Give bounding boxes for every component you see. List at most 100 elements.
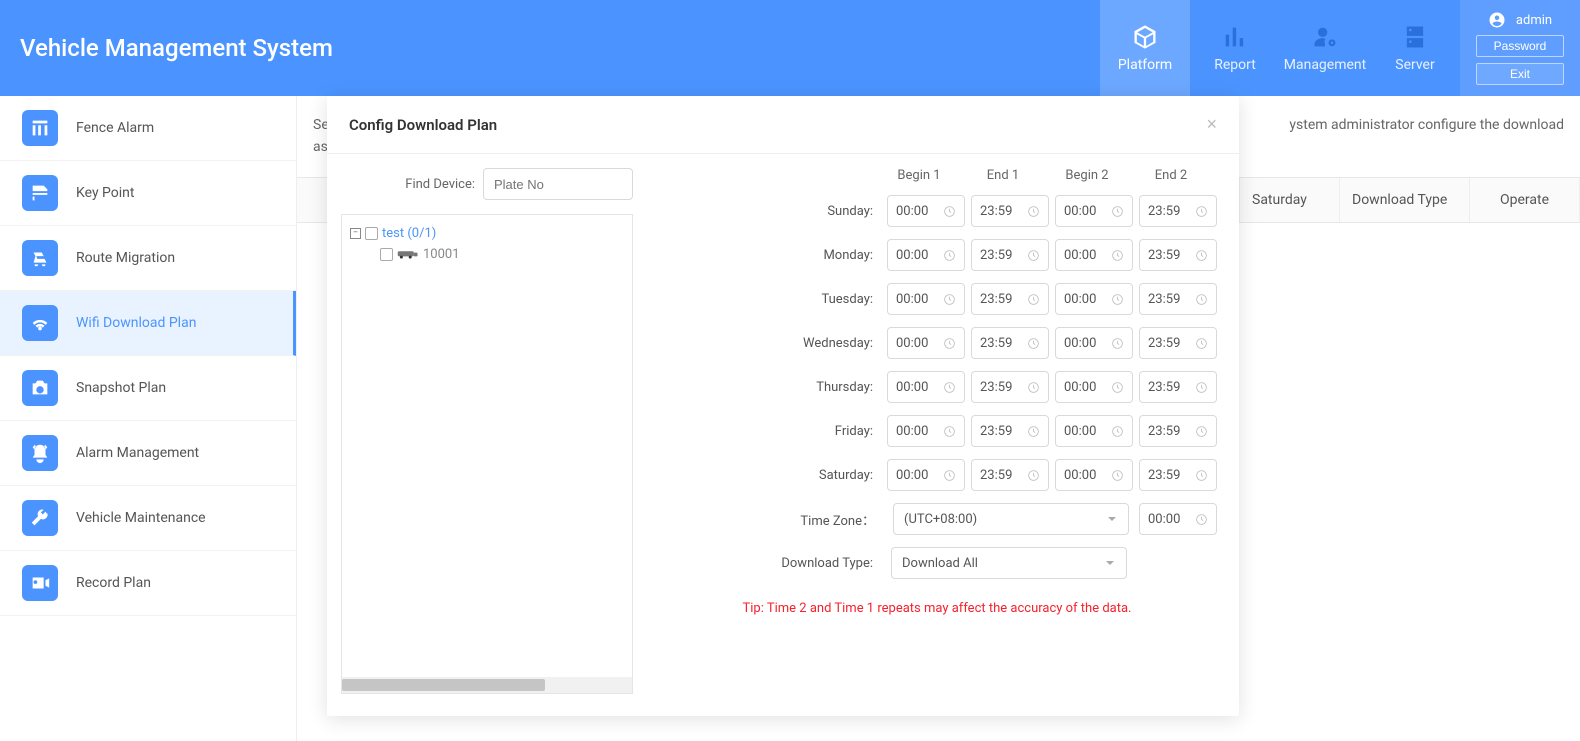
time-input-b2[interactable]: 00:00 [1055,239,1133,271]
tree-group-label[interactable]: test (0/1) [382,226,436,241]
day-label: Saturday: [819,468,873,483]
download-type-label: Download Type: [781,556,873,571]
sidebar-item-fence-alarm[interactable]: Fence Alarm [0,96,296,161]
user-circle-icon [1488,11,1506,29]
time-input-e2[interactable]: 23:59 [1139,195,1217,227]
timezone-offset-input[interactable]: 00:00 [1139,503,1217,535]
nav-report[interactable]: Report [1190,0,1280,96]
sidebar-item-snapshot-plan[interactable]: Snapshot Plan [0,356,296,421]
clock-icon [943,293,956,306]
timezone-row: Time Zone： (UTC+08:00) 00:00 [657,503,1217,535]
sidebar-item-label: Snapshot Plan [76,380,166,396]
modal-right-panel: Begin 1 End 1 Begin 2 End 2 Sunday:00:00… [647,168,1239,694]
time-input-b2[interactable]: 00:00 [1055,283,1133,315]
time-input-e2[interactable]: 23:59 [1139,283,1217,315]
time-input-e1[interactable]: 23:59 [971,283,1049,315]
find-device-input[interactable] [483,168,633,200]
time-input-b2[interactable]: 00:00 [1055,327,1133,359]
modal-close-button[interactable]: × [1206,114,1217,135]
route-migration-icon [22,240,58,276]
nav-server[interactable]: Server [1370,0,1460,96]
clock-icon [1027,381,1040,394]
time-input-e1[interactable]: 23:59 [971,415,1049,447]
sidebar-item-alarm-management[interactable]: Alarm Management [0,421,296,486]
col-begin1: Begin 1 [877,168,961,183]
day-label: Thursday: [816,380,873,395]
tree-device-label[interactable]: 10001 [423,247,460,262]
time-input-b1[interactable]: 00:00 [887,195,965,227]
clock-icon [1195,469,1208,482]
download-type-select[interactable]: Download All [891,547,1127,579]
clock-icon [1027,205,1040,218]
clock-icon [1027,469,1040,482]
time-input-b2[interactable]: 00:00 [1055,371,1133,403]
time-input-e1[interactable]: 23:59 [971,327,1049,359]
app-title: Vehicle Management System [0,0,1100,96]
tree-checkbox[interactable] [365,227,378,240]
collapse-icon[interactable]: − [350,228,361,239]
time-input-e2[interactable]: 23:59 [1139,415,1217,447]
clock-icon [1111,381,1124,394]
tree-checkbox[interactable] [380,248,393,261]
time-input-e1[interactable]: 23:59 [971,459,1049,491]
bar-chart-icon [1221,23,1249,51]
sidebar-item-key-point[interactable]: Key Point [0,161,296,226]
time-input-b1[interactable]: 00:00 [887,327,965,359]
time-input-b1[interactable]: 00:00 [887,283,965,315]
config-download-plan-modal: Config Download Plan × Find Device: − [327,96,1239,716]
device-tree[interactable]: − test (0/1) 10001 [341,214,633,694]
time-input-e1[interactable]: 23:59 [971,371,1049,403]
app-header: Vehicle Management System Platform Repor… [0,0,1580,96]
top-nav: Platform Report Management Server [1100,0,1460,96]
tree-device-node[interactable]: 10001 [350,244,624,265]
modal-header: Config Download Plan × [327,96,1239,154]
clock-icon [1195,205,1208,218]
clock-icon [1111,469,1124,482]
time-input-e1[interactable]: 23:59 [971,195,1049,227]
exit-button[interactable]: Exit [1476,63,1564,85]
time-input-e2[interactable]: 23:59 [1139,371,1217,403]
find-device-label: Find Device: [405,177,475,192]
clock-icon [1027,425,1040,438]
col-operate: Operate [1470,178,1580,222]
time-input-b2[interactable]: 00:00 [1055,195,1133,227]
day-label: Sunday: [827,204,873,219]
time-input-b1[interactable]: 00:00 [887,459,965,491]
sidebar-item-label: Vehicle Maintenance [76,510,206,526]
sidebar-item-record-plan[interactable]: Record Plan [0,551,296,616]
sidebar-item-route-migration[interactable]: Route Migration [0,226,296,291]
nav-management[interactable]: Management [1280,0,1370,96]
day-row: Wednesday:00:0023:5900:0023:59 [657,327,1217,359]
nav-platform[interactable]: Platform [1100,0,1190,96]
clock-icon [943,249,956,262]
col-saturday: Saturday [1240,178,1340,222]
fence-alarm-icon [22,110,58,146]
time-input-b2[interactable]: 00:00 [1055,459,1133,491]
clock-icon [1195,249,1208,262]
time-input-e2[interactable]: 23:59 [1139,327,1217,359]
time-input-b1[interactable]: 00:00 [887,371,965,403]
time-input-e2[interactable]: 23:59 [1139,239,1217,271]
time-input-b2[interactable]: 00:00 [1055,415,1133,447]
modal-left-panel: Find Device: − test (0/1) [327,168,647,694]
time-input-e2[interactable]: 23:59 [1139,459,1217,491]
content-area: Selystem administrator configure the dow… [297,96,1580,741]
day-row: Monday:00:0023:5900:0023:59 [657,239,1217,271]
sidebar: Fence Alarm Key Point Route MigrationWifi … [0,96,297,741]
horizontal-scrollbar[interactable] [342,677,632,693]
sidebar-item-vehicle-maintenance[interactable]: Vehicle Maintenance [0,486,296,551]
sidebar-item-label: Key Point [76,185,134,201]
day-label: Monday: [823,248,873,263]
clock-icon [1111,205,1124,218]
time-input-b1[interactable]: 00:00 [887,239,965,271]
time-input-b1[interactable]: 00:00 [887,415,965,447]
sidebar-item-label: Alarm Management [76,445,199,461]
sidebar-item-wifi-download-plan[interactable]: Wifi Download Plan [0,291,296,356]
day-row: Friday:00:0023:5900:0023:59 [657,415,1217,447]
tree-group-node[interactable]: − test (0/1) [350,223,624,244]
tip-text: Tip: Time 2 and Time 1 repeats may affec… [657,601,1217,616]
time-input-e1[interactable]: 23:59 [971,239,1049,271]
password-button[interactable]: Password [1476,35,1564,57]
timezone-select[interactable]: (UTC+08:00) [893,503,1129,535]
vehicle-maintenance-icon [22,500,58,536]
